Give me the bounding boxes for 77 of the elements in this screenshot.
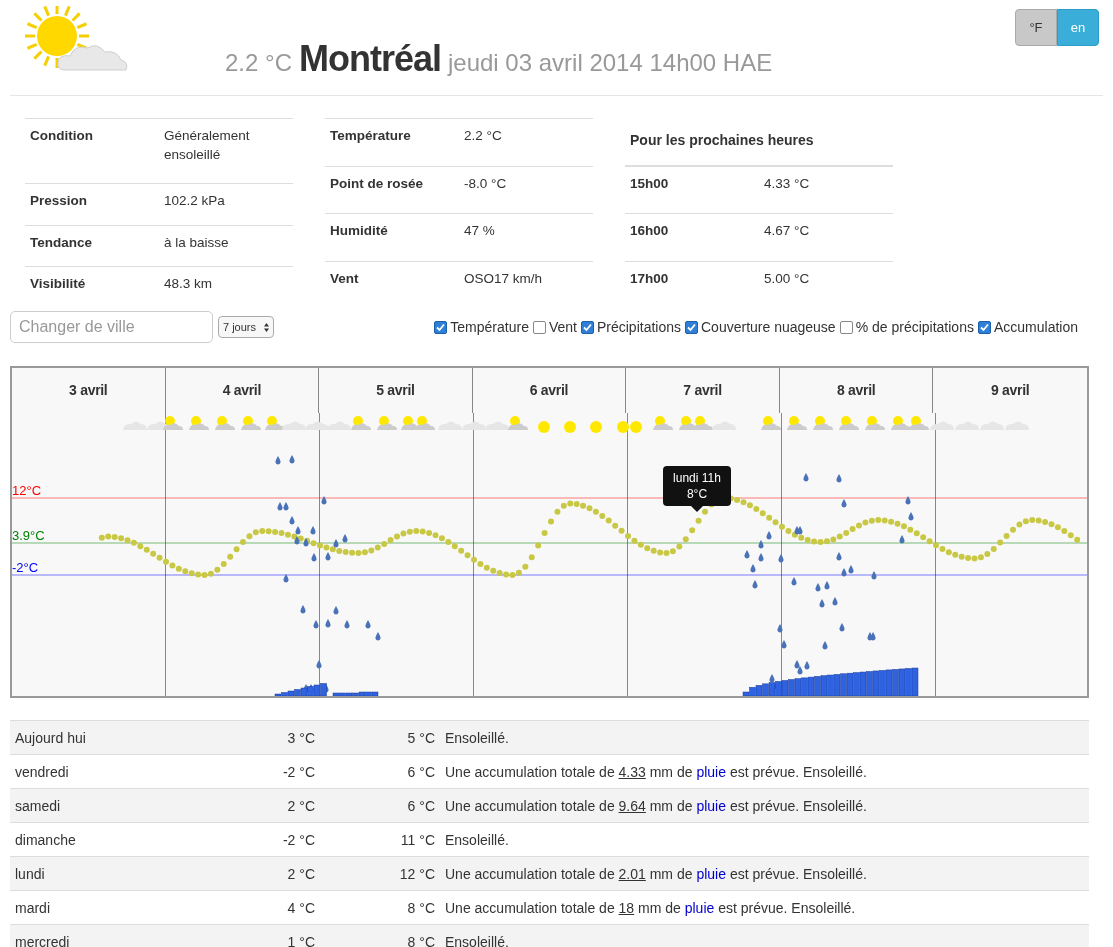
hour-label: 17h00: [625, 261, 759, 308]
table-heading: Pour les prochaines heures: [625, 118, 893, 166]
city-search-field[interactable]: Changer de ville: [10, 311, 213, 343]
forecast-max: 12 °C: [320, 856, 440, 891]
info-label: Humidité: [325, 213, 459, 262]
layer-label[interactable]: Accumulation: [993, 319, 1078, 335]
day-label: 4 avril: [222, 382, 262, 400]
info-value: 47 %: [459, 213, 593, 262]
forecast-day: Aujourd hui: [10, 720, 210, 755]
layer-label[interactable]: Température: [450, 319, 529, 335]
info-label: Tendance: [25, 225, 159, 267]
tooltip-value: 8°C: [686, 486, 708, 502]
current-temperature: 2.2 °C: [225, 49, 292, 77]
reference-label: 12°C: [12, 483, 42, 498]
layer-checkbox[interactable]: [434, 320, 448, 334]
forecast-summary: Une accumulation totale de 9.64 mm de pluie est prévue. Ensoleillé.: [445, 797, 867, 814]
layer-checkbox[interactable]: [532, 320, 546, 334]
info-value: 2.2 °C: [459, 118, 593, 167]
info-value: OSO17 km/h: [459, 261, 593, 308]
info-label: Visibilité: [25, 266, 159, 308]
hour-label: 15h00: [625, 165, 759, 214]
hour-value: 4.33 °C: [759, 165, 893, 214]
layer-checkbox[interactable]: [685, 320, 698, 334]
forecast-min: 3 °C: [210, 720, 320, 755]
toggle-button[interactable]: °F: [1015, 9, 1057, 46]
forecast-day: mercredi: [10, 924, 210, 947]
info-value: 102.2 kPa: [159, 183, 293, 226]
period-select[interactable]: 7 jours: [218, 316, 275, 338]
forecast-max: 5 °C: [320, 720, 440, 755]
layer-checkbox[interactable]: [977, 320, 991, 334]
reference-label: 3.9°C: [12, 528, 45, 543]
forecast-summary: Une accumulation totale de 4.33 mm de pluie est prévue. Ensoleillé.: [445, 763, 867, 780]
rain-link[interactable]: pluie: [696, 865, 726, 882]
info-label: Point de rosée: [325, 166, 459, 214]
forecast-min: 2 °C: [210, 788, 320, 823]
rain-link[interactable]: pluie: [696, 797, 726, 814]
day-label: 9 avril: [991, 382, 1030, 400]
layer-label[interactable]: % de précipitations: [855, 319, 974, 335]
forecast-day: lundi: [10, 856, 210, 891]
day-label: 6 avril: [529, 382, 569, 400]
info-value: 48.3 km: [159, 266, 293, 308]
rain-link[interactable]: pluie: [684, 899, 715, 916]
forecast-summary: Ensoleillé.: [445, 729, 509, 746]
hour-value: 4.67 °C: [759, 213, 893, 262]
info-label: Vent: [325, 261, 459, 308]
info-value: à la baisse: [159, 225, 293, 267]
layer-checkbox[interactable]: [839, 320, 853, 334]
day-label: 5 avril: [376, 382, 415, 400]
info-label: Condition: [25, 118, 159, 184]
layer-checkbox[interactable]: [580, 320, 594, 334]
hour-label: 16h00: [625, 213, 759, 262]
forecast-summary: Ensoleillé.: [445, 933, 509, 947]
layer-label[interactable]: Couverture nuageuse: [701, 319, 836, 335]
layer-label[interactable]: Vent: [548, 319, 577, 335]
info-label: Pression: [25, 183, 159, 226]
reference-label: -2°C: [12, 560, 39, 575]
day-label: 8 avril: [836, 382, 876, 400]
forecast-summary: Une accumulation totale de 2.01 mm de pluie est prévue. Ensoleillé.: [445, 865, 867, 882]
forecast-summary: Une accumulation totale de 18 mm de pluie est prévue. Ensoleillé.: [445, 899, 856, 916]
info-value: Généralement ensoleillé: [159, 118, 293, 184]
forecast-max: 6 °C: [320, 788, 440, 823]
city-name: Montréal: [298, 38, 441, 80]
forecast-summary: Ensoleillé.: [445, 831, 509, 848]
forecast-day: samedi: [10, 788, 210, 823]
hour-value: 5.00 °C: [759, 261, 893, 308]
info-value: -8.0 °C: [459, 166, 593, 214]
forecast-max: 8 °C: [320, 924, 440, 947]
forecast-min: 1 °C: [210, 924, 320, 947]
info-label: Température: [325, 118, 459, 167]
day-label: 7 avril: [683, 382, 722, 400]
rain-link[interactable]: pluie: [696, 763, 726, 780]
select-arrows-icon: [264, 322, 270, 332]
tooltip-time: lundi 11h: [673, 470, 721, 486]
forecast-min: 2 °C: [210, 856, 320, 891]
layer-label[interactable]: Précipitations: [596, 319, 681, 335]
date-time: jeudi 03 avril 2014 14h00 HAE: [448, 49, 773, 77]
day-label: 3 avril: [69, 382, 108, 400]
